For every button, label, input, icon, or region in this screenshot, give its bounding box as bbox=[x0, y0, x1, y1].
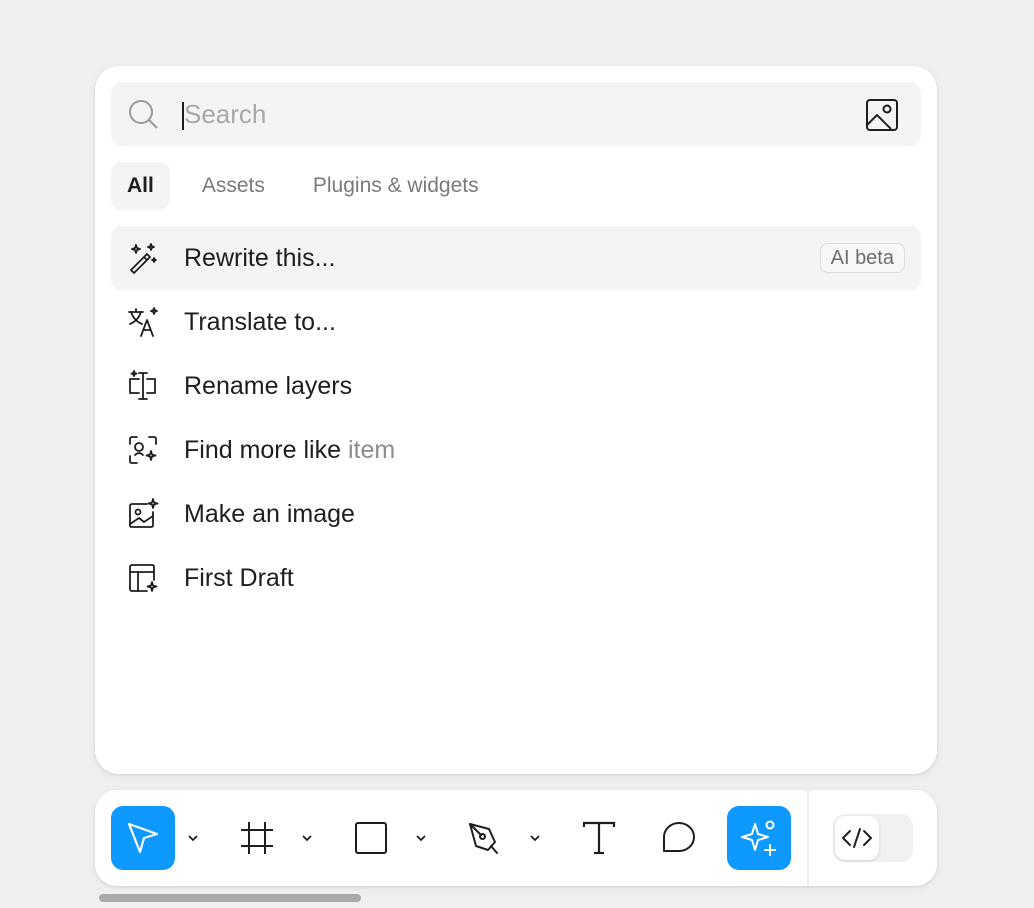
action-label: First Draft bbox=[184, 564, 294, 592]
find-similar-icon bbox=[129, 436, 157, 464]
text-icon bbox=[582, 821, 616, 855]
frame-tool-chevron-down-icon[interactable] bbox=[299, 826, 315, 850]
action-rewrite[interactable]: Rewrite this... AI beta bbox=[111, 226, 921, 290]
frame-icon bbox=[241, 822, 273, 854]
code-icon bbox=[842, 828, 872, 848]
actions-panel: Search All Assets Plugins & widgets Rewr… bbox=[95, 66, 937, 774]
tab-assets[interactable]: Assets bbox=[186, 162, 281, 210]
pen-icon bbox=[469, 823, 498, 854]
action-label: Translate to... bbox=[184, 308, 336, 336]
action-translate[interactable]: Translate to... bbox=[111, 290, 921, 354]
search-input[interactable]: Search bbox=[184, 98, 266, 130]
filter-tabs: All Assets Plugins & widgets bbox=[111, 162, 499, 210]
magic-wand-icon bbox=[130, 243, 157, 274]
action-find-more-like[interactable]: Find more like item bbox=[111, 418, 921, 482]
rename-layers-icon bbox=[129, 370, 156, 400]
sparkle-icon bbox=[741, 820, 776, 856]
cursor-icon bbox=[127, 822, 159, 854]
ai-beta-badge: AI beta bbox=[819, 243, 905, 273]
text-tool-button[interactable] bbox=[567, 806, 631, 870]
move-tool-chevron-down-icon[interactable] bbox=[185, 826, 201, 850]
search-icon bbox=[129, 100, 158, 129]
item-placeholder: item bbox=[347, 436, 396, 464]
action-make-image[interactable]: Make an image bbox=[111, 482, 921, 546]
image-search-icon[interactable] bbox=[865, 98, 899, 132]
dev-mode-toggle[interactable] bbox=[833, 814, 913, 862]
action-label-text: Find more like bbox=[184, 436, 341, 464]
first-draft-icon bbox=[129, 564, 158, 592]
comment-tool-button[interactable] bbox=[647, 806, 711, 870]
search-bar[interactable]: Search bbox=[111, 82, 921, 146]
move-tool-button[interactable] bbox=[111, 806, 175, 870]
pen-tool-chevron-down-icon[interactable] bbox=[527, 826, 543, 850]
actions-list: Rewrite this... AI beta Translate to... … bbox=[111, 226, 921, 610]
toolbar-divider bbox=[807, 790, 809, 886]
make-image-icon bbox=[129, 498, 159, 528]
translate-icon bbox=[128, 307, 158, 337]
rectangle-icon bbox=[355, 822, 387, 854]
tab-all[interactable]: All bbox=[111, 162, 170, 210]
horizontal-scrollbar[interactable] bbox=[99, 894, 361, 902]
ai-tool-button[interactable] bbox=[727, 806, 791, 870]
action-label: Find more like item bbox=[184, 418, 395, 482]
action-label: Rewrite this... bbox=[184, 244, 336, 272]
tab-plugins-widgets[interactable]: Plugins & widgets bbox=[297, 162, 495, 210]
frame-tool-button[interactable] bbox=[225, 806, 289, 870]
shape-tool-button[interactable] bbox=[339, 806, 403, 870]
bottom-toolbar bbox=[95, 790, 937, 886]
action-first-draft[interactable]: First Draft bbox=[111, 546, 921, 610]
dev-mode-knob bbox=[835, 816, 879, 860]
action-label: Rename layers bbox=[184, 372, 353, 400]
comment-icon bbox=[663, 822, 695, 852]
pen-tool-button[interactable] bbox=[453, 806, 517, 870]
shape-tool-chevron-down-icon[interactable] bbox=[413, 826, 429, 850]
action-label: Make an image bbox=[184, 500, 355, 528]
action-rename-layers[interactable]: Rename layers bbox=[111, 354, 921, 418]
